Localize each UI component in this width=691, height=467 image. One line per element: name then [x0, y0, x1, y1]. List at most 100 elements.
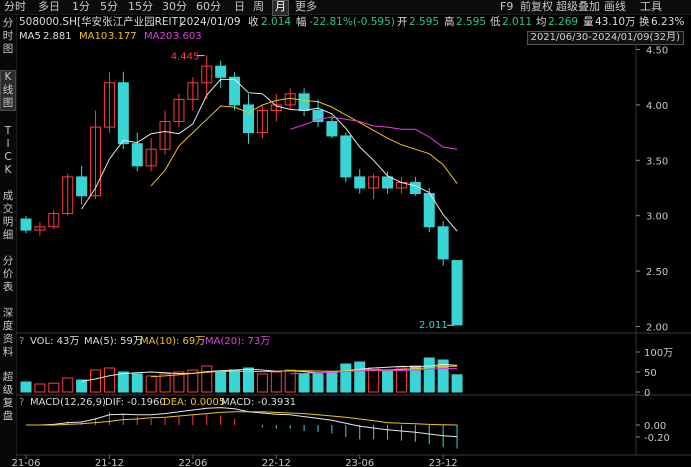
candle-body: [201, 65, 213, 84]
vol-tick-label: 100万: [644, 348, 673, 359]
forward-adjust-button[interactable]: 前复权: [520, 0, 553, 14]
tab-multi-day[interactable]: 多日: [38, 0, 60, 14]
candle-body: [326, 121, 338, 137]
candle-body: [159, 121, 171, 150]
volume-bar: [284, 369, 296, 393]
tab-month[interactable]: 月: [272, 0, 289, 16]
tab-15min[interactable]: 15分: [128, 0, 153, 14]
turnover-label: 换: [639, 16, 650, 28]
side-btn-tick[interactable]: T I C K: [0, 125, 16, 177]
volume-bar: [48, 382, 60, 393]
volume-bar: [270, 371, 282, 393]
dea-line: [26, 411, 458, 426]
ma10-line: [150, 97, 458, 187]
volume-bar: [90, 369, 102, 393]
ma20-label: MA20: [144, 31, 173, 42]
volume-bar: [103, 367, 115, 393]
volume-bar: [326, 371, 338, 393]
volume-bar: [437, 359, 449, 393]
volume-bar: [409, 365, 421, 393]
ma5-value: 2.881: [43, 31, 72, 42]
super-overlay-button[interactable]: 超级叠加: [556, 0, 600, 14]
volume-bar: [242, 367, 254, 393]
high-annotation: 4.445: [171, 52, 200, 63]
avg-value: 2.269: [548, 16, 579, 28]
close-value: 2.014: [261, 16, 292, 28]
candle-body: [131, 143, 143, 167]
candle-body: [242, 104, 254, 134]
vol-ma10-line: [151, 365, 458, 378]
tab-1min[interactable]: 1分: [72, 0, 90, 14]
volume-bar: [423, 357, 435, 393]
dif-line: [26, 407, 458, 438]
macd-tick-label: 0.00: [644, 421, 666, 432]
ma5-label: MA5: [19, 31, 41, 42]
candle-body: [284, 93, 296, 106]
turnover-value: 6.23%: [651, 16, 685, 28]
candle-body: [312, 109, 324, 123]
candle-body: [34, 226, 46, 231]
macd-name: MACD(12,26,9): [30, 397, 106, 408]
side-btn-intraday[interactable]: 分 时 图: [0, 17, 16, 56]
tab-more[interactable]: 更多: [295, 0, 317, 14]
candle-body: [368, 176, 380, 189]
kline-chart: 4.50 4.00 3.50 3.00 2.50 2.00 4.445 2.011? VOL: …: [11, 44, 691, 467]
candle-body: [451, 260, 463, 326]
candle-body: [354, 176, 366, 189]
side-btn-kline[interactable]: K 线 图: [0, 70, 16, 111]
candle-body: [423, 193, 435, 228]
side-panel-switcher: 分 时 图 K 线 图 T I C K 成 交 明 细 分 价 表 深 度 资 …: [0, 15, 17, 467]
side-btn-replay[interactable]: 超 级 复 盘: [0, 371, 16, 423]
vol-tick-label: 50: [644, 368, 657, 379]
candle-body: [437, 226, 449, 260]
period-toolbar: 分时 多日 1分 5分 15分 30分 60分 日 周 月 更多 F9 前复权 …: [0, 0, 691, 16]
volume-bar: [229, 369, 241, 393]
draw-line-button[interactable]: 画线: [604, 0, 626, 14]
macd-value-label: MACD: -0.3931: [221, 397, 296, 408]
tab-30min[interactable]: 30分: [162, 0, 187, 14]
volume-bar: [354, 361, 366, 393]
side-btn-trade-detail[interactable]: 成 交 明 细: [0, 190, 16, 242]
price-tick-label: 3.50: [646, 156, 668, 167]
tab-day[interactable]: 日: [234, 0, 245, 14]
candle-body: [20, 218, 32, 231]
avg-label: 均: [536, 16, 547, 28]
date-tick-label: 21-12: [95, 458, 124, 467]
f9-button[interactable]: F9: [500, 0, 513, 14]
candle-body: [117, 82, 129, 145]
side-btn-price-table[interactable]: 分 价 表: [0, 255, 16, 294]
candle-body: [270, 104, 282, 111]
tab-5min[interactable]: 5分: [100, 0, 118, 14]
volume-bar: [382, 369, 394, 393]
side-btn-depth-info[interactable]: 深 度 资 料: [0, 307, 16, 359]
tools-button[interactable]: 工具: [640, 0, 662, 14]
candle-body: [187, 82, 199, 100]
volume-bar: [312, 373, 324, 393]
date-tick-label: 22-12: [262, 458, 291, 467]
candle-body: [382, 176, 394, 189]
price-tick-label: 2.00: [646, 322, 668, 333]
volume-bar: [215, 371, 227, 393]
candle-body: [145, 148, 157, 167]
vol-help-icon: ?: [19, 336, 24, 347]
volume-bar: [131, 373, 143, 393]
security-name: 508000.SH[华安张江产业园REIT]: [19, 16, 183, 28]
tab-intraday[interactable]: 分时: [4, 0, 26, 14]
candle-body: [340, 135, 352, 178]
candle-body: [173, 98, 185, 123]
date-range-selector[interactable]: 2021/06/30-2024/01/09(32月): [526, 31, 684, 45]
candle-body: [48, 212, 60, 228]
vol-label: VOL: 43万: [30, 336, 79, 347]
volume-bar: [159, 373, 171, 393]
ma5-line: [81, 78, 458, 232]
tab-week[interactable]: 周: [253, 0, 264, 14]
date-tick-label: 23-06: [345, 458, 374, 467]
open-value: 2.595: [409, 16, 440, 28]
volume-bar: [76, 379, 88, 393]
date-tick-label: 22-06: [178, 458, 207, 467]
candle-body: [256, 109, 268, 134]
candle-body: [62, 176, 74, 214]
candle-body: [90, 126, 102, 197]
volume-bar: [395, 367, 407, 393]
tab-60min[interactable]: 60分: [196, 0, 221, 14]
